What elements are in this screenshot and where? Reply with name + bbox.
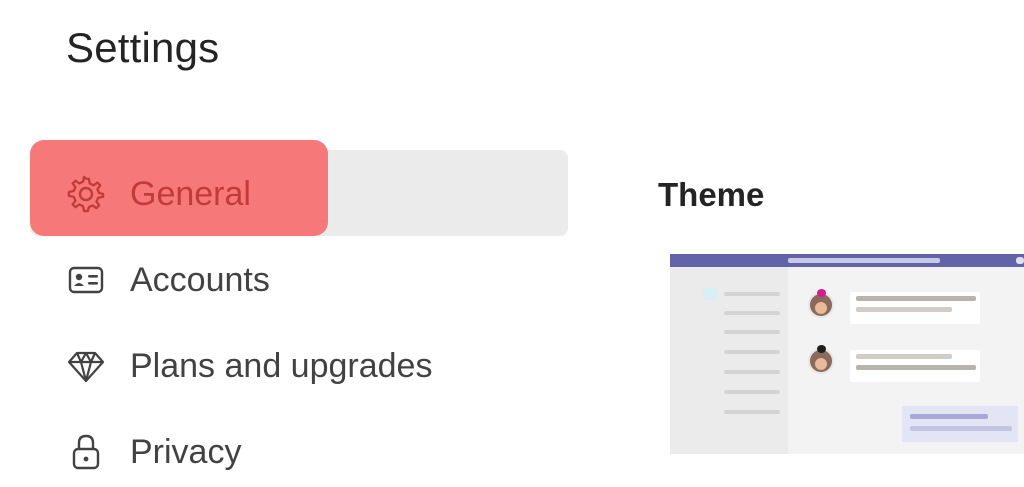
id-card-icon: [66, 260, 106, 300]
preview-list-line: [724, 350, 780, 354]
preview-search-bar: [788, 258, 940, 263]
preview-list-line: [724, 311, 780, 315]
nav-item-label: Privacy: [130, 432, 242, 471]
preview-app-bar: [670, 267, 700, 454]
page-title: Settings: [66, 24, 220, 71]
lock-icon: [66, 432, 106, 472]
nav-item-plans-and-upgrades[interactable]: Plans and upgrades: [30, 324, 570, 408]
diamond-icon: [66, 346, 106, 386]
preview-list-line: [724, 292, 780, 296]
nav-item-general[interactable]: General: [30, 152, 570, 236]
preview-avatar: [808, 345, 834, 374]
settings-page: Settings General Accounts Plans and upgr…: [0, 0, 1024, 487]
nav-item-label: Accounts: [130, 260, 270, 299]
preview-message-line: [856, 307, 952, 312]
nav-item-accounts[interactable]: Accounts: [30, 238, 570, 322]
preview-message-line: [856, 296, 976, 301]
theme-section-title: Theme: [658, 176, 765, 213]
preview-own-message: [902, 406, 1018, 442]
gear-icon: [66, 174, 106, 214]
nav-item-label: General: [130, 174, 251, 213]
preview-avatar: [808, 289, 834, 318]
preview-list-line: [724, 330, 780, 334]
nav-item-label: Plans and upgrades: [130, 346, 433, 385]
preview-message-line: [910, 414, 988, 419]
preview-message-line: [910, 426, 1012, 431]
preview-list-line: [724, 390, 780, 394]
preview-message-line: [856, 365, 976, 370]
preview-selected-marker: [703, 288, 717, 300]
preview-list-line: [724, 370, 780, 374]
preview-profile-dot: [1016, 257, 1024, 264]
preview-message-line: [856, 354, 952, 359]
preview-list-line: [724, 410, 780, 414]
nav-item-privacy[interactable]: Privacy: [30, 410, 570, 487]
theme-preview-default[interactable]: [670, 254, 1024, 454]
